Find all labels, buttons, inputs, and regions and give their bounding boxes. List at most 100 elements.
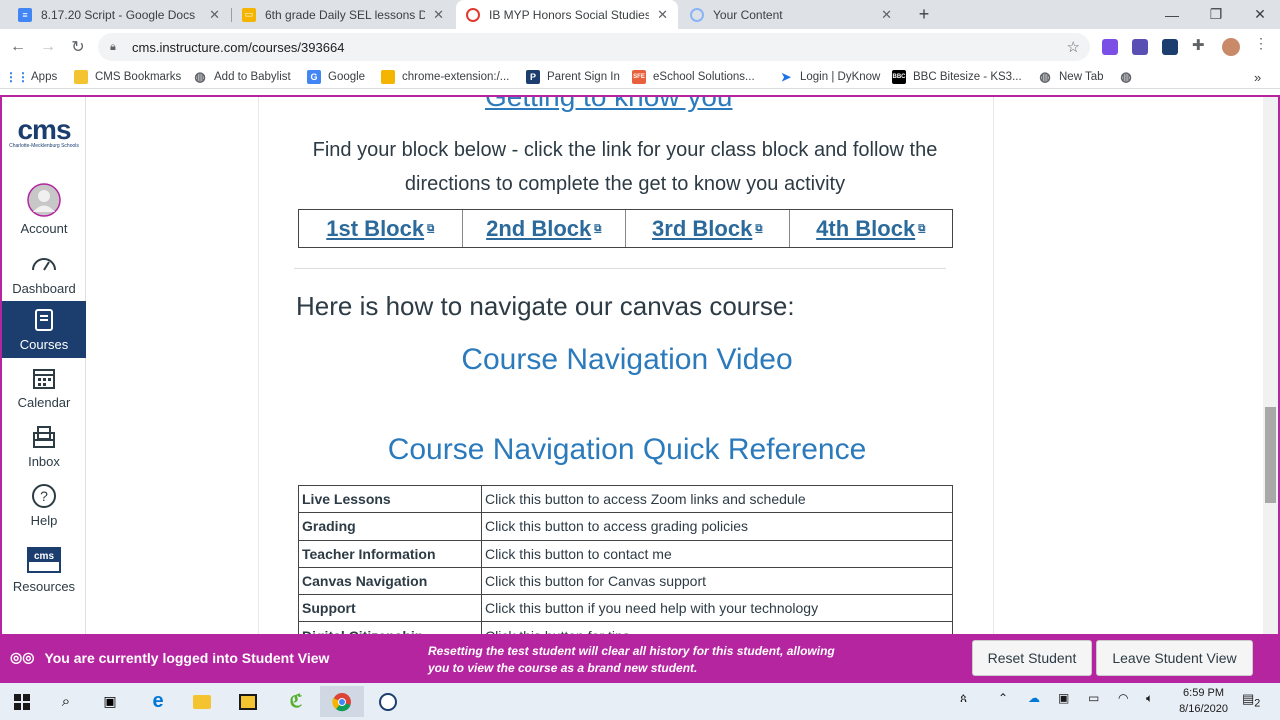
bookmark-babylist[interactable]: ◍ Add to Babylist xyxy=(193,69,290,85)
bookmark-label: New Tab xyxy=(1059,71,1104,83)
bookmark-label: CMS Bookmarks xyxy=(95,71,182,83)
nav-calendar[interactable]: Calendar xyxy=(2,365,86,415)
parent-portal-icon: P xyxy=(526,70,540,84)
extension-icon[interactable] xyxy=(1132,39,1148,55)
chrome-icon[interactable] xyxy=(320,686,364,717)
table-row: Support Click this button if you need hel… xyxy=(298,594,953,623)
nav-account[interactable]: Account xyxy=(2,183,86,243)
profile-avatar[interactable] xyxy=(1222,38,1240,56)
store-icon[interactable] xyxy=(226,686,270,717)
system-clock[interactable]: 6:59 PM 8/16/2020 xyxy=(1179,685,1228,717)
bookmark-label: Parent Sign In xyxy=(547,71,620,83)
file-explorer-icon[interactable] xyxy=(180,686,224,717)
getting-to-know-you-link[interactable]: Getting to know you xyxy=(485,97,732,113)
bookmark-google[interactable]: G Google xyxy=(307,69,365,85)
restore-icon[interactable]: ❐ xyxy=(1194,0,1238,29)
tab-your-content[interactable]: Your Content ✕ xyxy=(680,0,902,29)
new-tab-button[interactable]: + xyxy=(904,0,944,29)
bookmark-bbc[interactable]: BBC BBC Bitesize - KS3... xyxy=(892,69,1022,85)
cms-logo[interactable]: cms Charlotte-Mecklenburg Schools xyxy=(2,114,86,150)
nav-help[interactable]: ? Help xyxy=(2,483,86,533)
nav-courses[interactable]: Courses xyxy=(2,301,86,358)
minimize-icon[interactable]: — xyxy=(1150,0,1194,29)
close-icon[interactable]: ✕ xyxy=(209,7,220,23)
bookmark-label: BBC Bitesize - KS3... xyxy=(913,71,1022,83)
bookmark-new-tab[interactable]: ◍ New Tab xyxy=(1038,69,1104,85)
back-icon[interactable]: ← xyxy=(6,35,30,59)
resources-cms-icon: cms xyxy=(2,543,86,575)
clock-time: 6:59 PM xyxy=(1183,687,1225,699)
nav-label: Account xyxy=(20,221,68,236)
bookmark-chrome-extension[interactable]: chrome-extension:/... xyxy=(381,69,509,85)
forward-icon[interactable]: → xyxy=(36,35,60,59)
wifi-icon[interactable]: ◠ xyxy=(1118,691,1128,705)
course-navigation-video-link[interactable]: Course Navigation Video xyxy=(259,343,995,377)
google-docs-icon: ≡ xyxy=(18,7,32,22)
divider xyxy=(294,268,946,269)
close-icon[interactable]: ✕ xyxy=(881,7,892,23)
bookmark-label: chrome-extension:/... xyxy=(402,71,510,83)
nav-dashboard[interactable]: Dashboard xyxy=(2,251,86,301)
row-name: Live Lessons xyxy=(298,484,482,514)
dyknow-icon: ➤ xyxy=(780,70,792,84)
people-icon[interactable]: ጰ xyxy=(960,691,967,706)
bookmark-star-icon[interactable]: ☆ xyxy=(1067,38,1080,56)
svg-text:?: ? xyxy=(40,488,48,504)
close-icon[interactable]: ✕ xyxy=(657,7,668,23)
search-icon[interactable]: ⌕ xyxy=(44,686,88,717)
nav-label: Inbox xyxy=(28,454,60,469)
bookmark-globe-extra[interactable]: ◍ xyxy=(1119,69,1140,85)
page-viewport: cms Charlotte-Mecklenburg Schools Accoun… xyxy=(0,95,1280,683)
row-description: Click this button to access Zoom links a… xyxy=(481,484,953,514)
reload-icon[interactable]: ↻ xyxy=(66,35,90,59)
address-bar[interactable]: 🔒︎ cms.instructure.com/courses/393664 ☆ xyxy=(98,33,1090,61)
svg-text:cms: cms xyxy=(34,551,54,562)
camtasia-icon[interactable]: ℭ xyxy=(274,686,318,717)
block-4-link[interactable]: 4th Block ⧉ xyxy=(790,210,953,247)
bookmark-apps[interactable]: ⋮⋮ Apps xyxy=(5,69,57,85)
block-1-link[interactable]: 1st Block ⧉ xyxy=(299,210,463,247)
bookmarks-overflow[interactable]: » xyxy=(1254,69,1261,85)
bookmark-cms[interactable]: CMS Bookmarks xyxy=(74,69,181,85)
block-label: 2nd Block xyxy=(486,215,592,241)
close-window-icon[interactable]: ✕ xyxy=(1238,0,1280,29)
screencastify-icon xyxy=(690,7,704,22)
nav-resources[interactable]: cms Resources xyxy=(2,543,86,599)
student-view-bar: ◎◎ You are currently logged into Student… xyxy=(0,634,1280,683)
app-tray-icon[interactable]: ▣ xyxy=(1058,691,1069,705)
leave-student-view-button[interactable]: Leave Student View xyxy=(1096,640,1253,676)
bbc-icon: BBC xyxy=(892,70,906,84)
bookmark-dyknow[interactable]: ➤ Login | DyKnow xyxy=(779,69,880,85)
edge-icon[interactable]: e xyxy=(136,686,180,717)
scrollbar-thumb[interactable] xyxy=(1265,407,1276,503)
block-2-link[interactable]: 2nd Block ⧉ xyxy=(463,210,626,247)
extension-icon[interactable] xyxy=(1162,39,1178,55)
onedrive-icon[interactable]: ☁ xyxy=(1028,691,1040,705)
row-name: Teacher Information xyxy=(298,539,482,568)
logo-subtext: Charlotte-Mecklenburg Schools xyxy=(9,143,79,149)
block-3-link[interactable]: 3rd Block ⧉ xyxy=(626,210,790,247)
menu-dots-icon[interactable]: ⋮ xyxy=(1254,35,1270,51)
apps-grid-icon: ⋮⋮ xyxy=(5,70,29,84)
tab-canvas-course[interactable]: IB MYP Honors Social Studies Gr ✕ xyxy=(456,0,678,29)
tab-google-slides[interactable]: ▭ 6th grade Daily SEL lessons Days ✕ xyxy=(232,0,454,29)
screen-recorder-icon[interactable] xyxy=(366,686,410,717)
logo-text: cms xyxy=(17,114,71,145)
quick-reference-table: Live Lessons Click this button to access … xyxy=(298,484,953,650)
bookmark-eschool[interactable]: SFE eSchool Solutions... xyxy=(632,69,755,85)
reset-student-button[interactable]: Reset Student xyxy=(972,640,1092,676)
notifications-icon[interactable]: ▤2 xyxy=(1242,691,1260,710)
bookmark-parent-sign-in[interactable]: P Parent Sign In xyxy=(526,69,620,85)
page-scrollbar[interactable] xyxy=(1263,97,1278,683)
puzzle-icon[interactable]: ✚ xyxy=(1192,36,1208,54)
tab-google-docs[interactable]: ≡ 8.17.20 Script - Google Docs ✕ xyxy=(8,0,230,29)
windows-start-icon[interactable] xyxy=(0,686,44,717)
battery-icon[interactable]: ▭ xyxy=(1088,691,1099,705)
close-icon[interactable]: ✕ xyxy=(433,7,444,23)
extension-icon[interactable] xyxy=(1102,39,1118,55)
volume-icon[interactable]: 🔈︎ xyxy=(1146,691,1153,706)
row-name: Support xyxy=(298,594,482,623)
chevron-up-icon[interactable]: ⌃ xyxy=(998,691,1008,705)
task-view-icon[interactable]: ▣ xyxy=(88,686,132,717)
nav-inbox[interactable]: Inbox xyxy=(2,424,86,474)
